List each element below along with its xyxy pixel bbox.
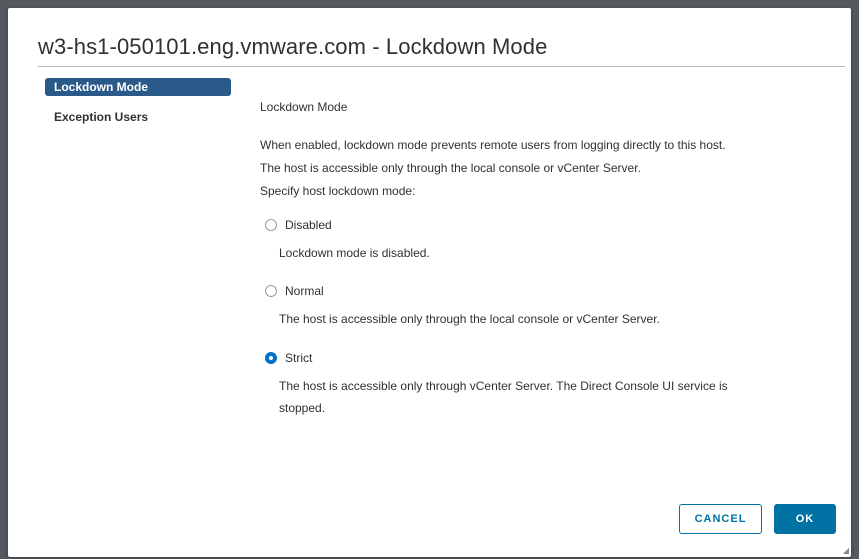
description-line-2: The host is accessible only through the …	[260, 161, 641, 175]
radio-disabled-unchecked[interactable]	[265, 219, 277, 231]
option-desc-disabled: Lockdown mode is disabled.	[279, 246, 430, 260]
radio-strict-checked[interactable]	[265, 352, 277, 364]
description-line-1: When enabled, lockdown mode prevents rem…	[260, 138, 726, 152]
radio-option-disabled[interactable]: Disabled	[265, 217, 332, 233]
cancel-button[interactable]: CANCEL	[679, 504, 762, 534]
option-desc-normal: The host is accessible only through the …	[279, 312, 660, 326]
dialog-sidenav: Lockdown Mode Exception Users	[45, 78, 231, 138]
sidenav-item-exception-users[interactable]: Exception Users	[45, 108, 231, 126]
resize-grip-icon[interactable]: ◢	[843, 547, 849, 555]
option-desc-strict-line-1: The host is accessible only through vCen…	[279, 379, 728, 393]
dialog-title: w3-hs1-050101.eng.vmware.com - Lockdown …	[38, 34, 548, 59]
radio-label-normal: Normal	[285, 284, 324, 298]
radio-normal-unchecked[interactable]	[265, 285, 277, 297]
radio-label-disabled: Disabled	[285, 218, 332, 232]
option-desc-strict-line-2: stopped.	[279, 401, 326, 415]
sidenav-item-lockdown-mode[interactable]: Lockdown Mode	[45, 78, 231, 96]
radio-option-normal[interactable]: Normal	[265, 283, 324, 299]
section-heading: Lockdown Mode	[260, 100, 348, 114]
radio-label-strict: Strict	[285, 351, 313, 365]
ok-button[interactable]: OK	[774, 504, 836, 534]
mode-prompt: Specify host lockdown mode:	[260, 184, 416, 198]
title-divider	[38, 66, 845, 67]
lockdown-mode-dialog: w3-hs1-050101.eng.vmware.com - Lockdown …	[8, 8, 851, 557]
radio-option-strict[interactable]: Strict	[265, 350, 312, 366]
